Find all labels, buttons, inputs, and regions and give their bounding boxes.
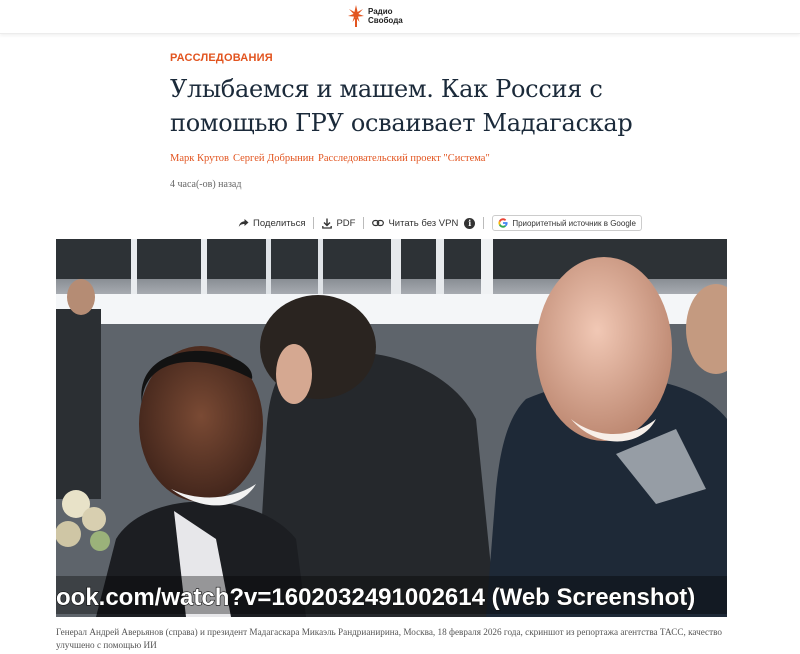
article-rubric[interactable]: РАССЛЕДОВАНИЯ — [170, 52, 273, 64]
share-label: Поделиться — [253, 217, 306, 229]
publish-date: 4 часа(-ов) назад — [170, 179, 242, 190]
google-preferred-source-button[interactable]: Приоритетный источник в Google — [492, 215, 642, 231]
logo-line-2: Свобода — [368, 16, 403, 25]
pdf-label: PDF — [336, 217, 356, 229]
toolbar-divider — [363, 217, 365, 229]
site-header: Радио Свобода — [0, 0, 800, 34]
info-icon[interactable]: i — [464, 217, 476, 229]
pdf-button[interactable]: PDF — [322, 218, 355, 229]
vpn-label: Читать без VPN — [388, 217, 459, 229]
share-button[interactable]: Поделиться — [238, 218, 305, 229]
photo-illustration: ook.com/watch?v=1602032491002614 (Web Sc… — [56, 239, 727, 617]
share-arrow-icon — [238, 219, 249, 227]
author-link[interactable]: Марк Крутов — [170, 153, 229, 164]
author-link[interactable]: Расследовательский проект "Система" — [318, 153, 490, 164]
article-toolbar: Поделиться PDF Читать без VPN i Приорите… — [238, 213, 642, 233]
download-icon — [322, 218, 333, 229]
link-icon — [372, 219, 385, 227]
vpn-link[interactable]: Читать без VPN — [372, 218, 458, 229]
logo-wordmark: Радио Свобода — [368, 7, 403, 25]
google-g-icon — [498, 218, 508, 228]
radio-svoboda-torch-icon — [348, 5, 364, 27]
article-authors: Марк Крутов Сергей Добрынин Расследовате… — [170, 153, 490, 164]
toolbar-divider — [313, 217, 315, 229]
photo-caption: Генерал Андрей Аверьянов (справа) и през… — [56, 627, 723, 650]
photo-watermark: ook.com/watch?v=1602032491002614 (Web Sc… — [56, 584, 695, 611]
toolbar-divider — [483, 217, 485, 229]
logo-line-1: Радио — [368, 7, 393, 16]
article-photo[interactable]: ook.com/watch?v=1602032491002614 (Web Sc… — [56, 239, 727, 617]
google-label: Приоритетный источник в Google — [512, 218, 636, 228]
site-logo[interactable]: Радио Свобода — [347, 4, 403, 28]
article-title: Улыбаемся и машем. Как Россия с помощью … — [170, 75, 633, 137]
author-link[interactable]: Сергей Добрынин — [233, 153, 314, 164]
